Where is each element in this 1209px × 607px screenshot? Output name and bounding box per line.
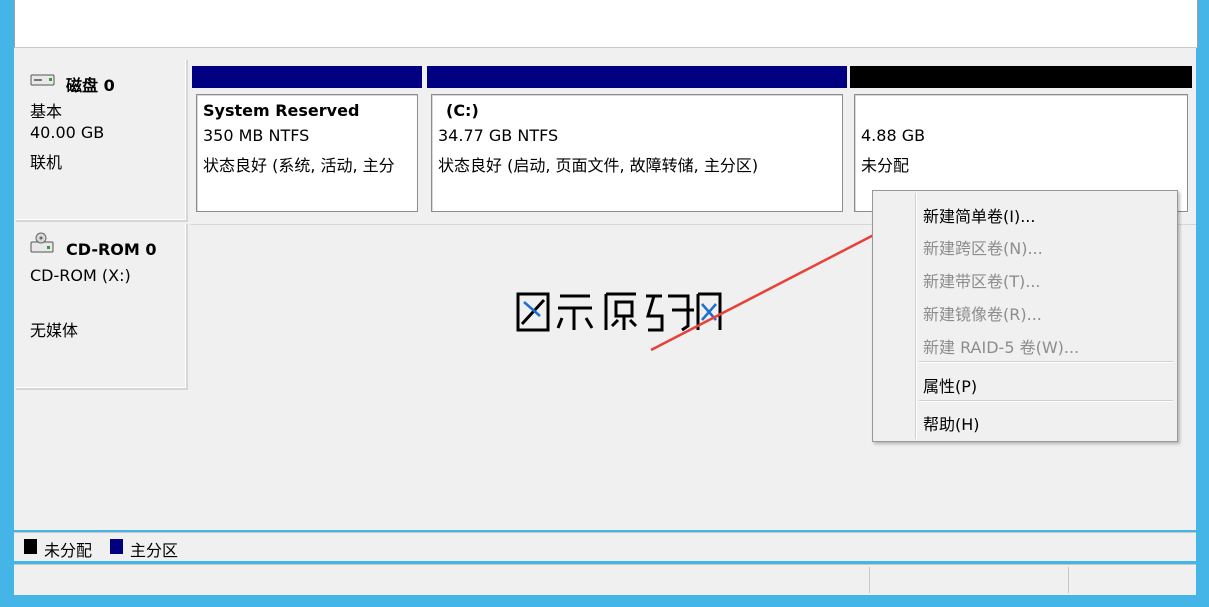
disk-type: 基本: [30, 102, 63, 121]
watermark-logo: [512, 286, 722, 336]
context-menu: 新建简单卷(I)... 新建跨区卷(N)... 新建带区卷(T)... 新建镜像…: [872, 190, 1178, 442]
cdrom-drive-icon: [30, 232, 56, 258]
status-divider: [1068, 567, 1069, 593]
legend-label-primary: 主分区: [130, 541, 179, 560]
legend-swatch-unallocated: [24, 539, 37, 554]
menu-item-new-spanned-volume[interactable]: 新建跨区卷(N)...: [923, 235, 1043, 259]
partition-size: 4.88 GB: [861, 126, 926, 145]
partition-status: 状态良好 (系统, 活动, 主分: [203, 156, 395, 175]
menu-item-new-striped-volume[interactable]: 新建带区卷(T)...: [923, 268, 1041, 292]
partition-c[interactable]: (C:) 34.77 GB NTFS 状态良好 (启动, 页面文件, 故障转储,…: [427, 66, 847, 216]
cdrom-0-label[interactable]: CD-ROM 0 CD-ROM (X:) 无媒体: [16, 224, 188, 390]
menu-item-new-raid5-volume[interactable]: 新建 RAID-5 卷(W)...: [923, 334, 1079, 358]
watermark-graphic: [516, 292, 722, 332]
partition-status: 未分配: [861, 156, 910, 175]
legend-bar: 未分配 主分区: [14, 532, 1196, 561]
partition-size: 34.77 GB NTFS: [438, 126, 559, 145]
partition-size: 350 MB NTFS: [203, 126, 310, 145]
cdrom-type: CD-ROM (X:): [30, 266, 131, 285]
cdrom-status: 无媒体: [30, 321, 79, 340]
menu-item-new-simple-volume[interactable]: 新建简单卷(I)...: [923, 203, 1035, 227]
disk-status: 联机: [30, 153, 63, 172]
partition-body: (C:) 34.77 GB NTFS 状态良好 (启动, 页面文件, 故障转储,…: [431, 94, 843, 212]
partition-name: (C:): [446, 101, 479, 120]
disk-size: 40.00 GB: [30, 123, 105, 142]
status-divider: [869, 567, 870, 593]
partition-system-reserved[interactable]: System Reserved 350 MB NTFS 状态良好 (系统, 活动…: [192, 66, 422, 216]
partition-header: [850, 66, 1192, 88]
volume-list-pane[interactable]: [14, 0, 1198, 48]
menu-separator: [919, 361, 1173, 363]
partition-name: System Reserved: [203, 101, 360, 120]
menu-item-new-mirrored-volume[interactable]: 新建镜像卷(R)...: [923, 301, 1042, 325]
partition-status: 状态良好 (启动, 页面文件, 故障转储, 主分区): [438, 156, 759, 175]
disk-0-label[interactable]: 磁盘 0 基本 40.00 GB 联机: [16, 60, 188, 222]
legend-swatch-primary: [110, 539, 123, 554]
menu-item-help[interactable]: 帮助(H): [923, 411, 980, 435]
partition-header: [192, 66, 422, 88]
legend-label-unallocated: 未分配: [44, 541, 93, 560]
hard-disk-icon: [30, 72, 56, 91]
menu-gutter: [915, 193, 917, 439]
partition-header: [427, 66, 847, 88]
cdrom-title: CD-ROM 0: [66, 240, 157, 259]
menu-separator: [919, 400, 1173, 402]
pane-splitter[interactable]: [14, 48, 1196, 56]
partition-body: System Reserved 350 MB NTFS 状态良好 (系统, 活动…: [196, 94, 418, 212]
disk-title: 磁盘 0: [66, 76, 115, 95]
menu-item-properties[interactable]: 属性(P): [923, 373, 977, 397]
status-bar: [14, 564, 1196, 595]
